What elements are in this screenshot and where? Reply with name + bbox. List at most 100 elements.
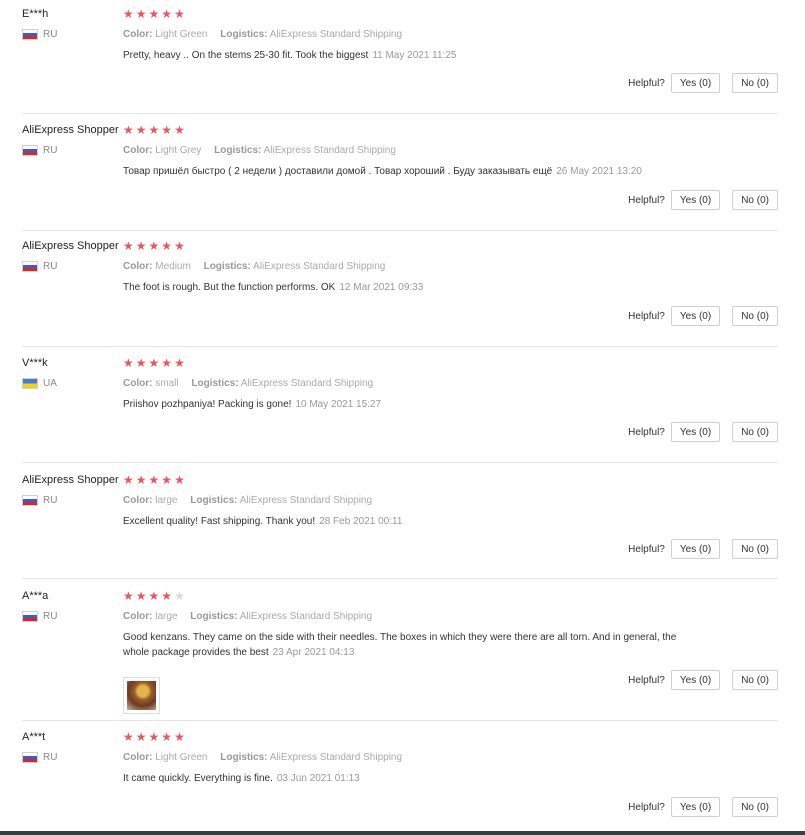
reviewer-country: RU bbox=[22, 145, 57, 156]
helpful-label: Helpful? bbox=[628, 543, 665, 555]
star-icon: ★ bbox=[123, 473, 134, 487]
color-label: Color: bbox=[123, 495, 153, 506]
color-label: Color: bbox=[123, 145, 153, 156]
logistics-value: AliExpress Standard Shipping bbox=[269, 752, 403, 763]
star-rating: ★ ★ ★ ★ ★ bbox=[123, 357, 185, 369]
review-attributes: Color: Light Green Logistics: AliExpress… bbox=[123, 752, 412, 763]
helpful-no-button[interactable]: No (0) bbox=[732, 422, 778, 442]
star-icon: ★ bbox=[161, 473, 173, 487]
star-icon: ★ bbox=[148, 123, 160, 137]
review-item: A***t RU ★ ★ ★ ★ ★ Color: Light Green Logist… bbox=[22, 731, 778, 829]
star-icon: ★ bbox=[161, 730, 173, 744]
star-icon: ★ bbox=[123, 356, 134, 370]
helpful-vote: Helpful? Yes (0) No (0) bbox=[628, 670, 778, 690]
helpful-label: Helpful? bbox=[628, 426, 665, 438]
helpful-yes-button[interactable]: Yes (0) bbox=[670, 797, 721, 817]
logistics-value: AliExpress Standard Shipping bbox=[240, 378, 374, 389]
star-icon: ★ bbox=[135, 356, 147, 370]
helpful-label: Helpful? bbox=[628, 310, 665, 322]
logistics-value: AliExpress Standard Shipping bbox=[239, 611, 373, 622]
helpful-yes-button[interactable]: Yes (0) bbox=[670, 190, 721, 210]
review-item: AliExpress Shopper RU ★ ★ ★ ★ ★ Color: Light… bbox=[22, 124, 778, 231]
star-icon: ★ bbox=[148, 356, 160, 370]
country-flag-icon bbox=[22, 29, 38, 40]
color-value: large bbox=[155, 611, 178, 622]
helpful-yes-button[interactable]: Yes (0) bbox=[670, 670, 721, 690]
logistics-label: Logistics: bbox=[190, 611, 238, 622]
country-flag-icon bbox=[22, 378, 38, 389]
helpful-no-button[interactable]: No (0) bbox=[732, 190, 778, 210]
review-text: Excellent quality! Fast shipping. Thank … bbox=[123, 514, 683, 529]
review-date: 10 May 2021 15:27 bbox=[295, 399, 382, 410]
color-value: Light Green bbox=[155, 752, 208, 763]
review-attributes: Color: Light Green Logistics: AliExpress… bbox=[123, 29, 412, 40]
country-flag-icon bbox=[22, 752, 38, 763]
star-icon: ★ bbox=[174, 589, 185, 603]
color-label: Color: bbox=[123, 611, 153, 622]
review-attributes: Color: Medium Logistics: AliExpress Stan… bbox=[123, 261, 395, 272]
reviewer-country: RU bbox=[22, 261, 57, 272]
color-value: Light Green bbox=[155, 29, 208, 40]
review-date: 11 May 2021 11:25 bbox=[372, 50, 457, 61]
star-icon: ★ bbox=[148, 589, 160, 603]
color-label: Color: bbox=[123, 29, 153, 40]
review-item: E***h RU ★ ★ ★ ★ ★ Color: Light Green Logist… bbox=[22, 8, 778, 114]
star-icon: ★ bbox=[135, 730, 147, 744]
review-attributes: Color: small Logistics: AliExpress Stand… bbox=[123, 378, 383, 389]
review-text: It came quickly. Everything is fine. 03 J… bbox=[123, 771, 683, 786]
review-body: The foot is rough. But the function perf… bbox=[123, 282, 336, 293]
helpful-yes-button[interactable]: Yes (0) bbox=[670, 422, 721, 442]
helpful-no-button[interactable]: No (0) bbox=[732, 539, 778, 559]
country-flag-icon bbox=[22, 145, 38, 156]
helpful-no-button[interactable]: No (0) bbox=[732, 797, 778, 817]
review-body: Good kenzans. They came on the side with… bbox=[123, 632, 677, 658]
helpful-vote: Helpful? Yes (0) No (0) bbox=[628, 797, 778, 817]
logistics-value: AliExpress Standard Shipping bbox=[253, 261, 386, 272]
review-item: A***a RU ★ ★ ★ ★ ★ Color: large Logistics: A… bbox=[22, 590, 778, 721]
review-text: Pretty, heavy .. On the stems 25-30 fit.… bbox=[123, 48, 683, 63]
star-rating: ★ ★ ★ ★ ★ bbox=[123, 590, 185, 602]
star-icon: ★ bbox=[148, 239, 160, 253]
star-icon: ★ bbox=[123, 7, 134, 21]
helpful-yes-button[interactable]: Yes (0) bbox=[670, 539, 721, 559]
helpful-vote: Helpful? Yes (0) No (0) bbox=[628, 422, 778, 442]
logistics-label: Logistics: bbox=[220, 752, 268, 763]
star-icon: ★ bbox=[174, 356, 185, 370]
star-rating: ★ ★ ★ ★ ★ bbox=[123, 731, 185, 743]
reviewer-name: A***a bbox=[22, 590, 49, 602]
review-date: 23 Apr 2021 04:13 bbox=[272, 647, 355, 658]
star-icon: ★ bbox=[123, 589, 134, 603]
color-label: Color: bbox=[123, 378, 153, 389]
star-icon: ★ bbox=[123, 123, 134, 137]
helpful-no-button[interactable]: No (0) bbox=[732, 670, 778, 690]
review-date: 03 Jun 2021 01:13 bbox=[276, 773, 360, 784]
star-icon: ★ bbox=[148, 730, 160, 744]
star-rating: ★ ★ ★ ★ ★ bbox=[123, 8, 185, 20]
reviewer-name: AliExpress Shopper bbox=[22, 240, 119, 252]
helpful-yes-button[interactable]: Yes (0) bbox=[670, 73, 721, 93]
star-rating: ★ ★ ★ ★ ★ bbox=[123, 474, 185, 486]
review-text: The foot is rough. But the function perf… bbox=[123, 280, 683, 295]
helpful-label: Helpful? bbox=[628, 801, 665, 813]
logistics-value: AliExpress Standard Shipping bbox=[263, 145, 396, 156]
reviewer-name: AliExpress Shopper bbox=[22, 124, 119, 136]
star-icon: ★ bbox=[174, 473, 185, 487]
review-body: Excellent quality! Fast shipping. Thank … bbox=[123, 516, 316, 527]
helpful-no-button[interactable]: No (0) bbox=[732, 73, 778, 93]
color-value: small bbox=[155, 378, 179, 389]
star-icon: ★ bbox=[123, 239, 134, 253]
logistics-label: Logistics: bbox=[190, 495, 238, 506]
star-icon: ★ bbox=[174, 239, 185, 253]
helpful-no-button[interactable]: No (0) bbox=[732, 306, 778, 326]
reviewer-name: V***k bbox=[22, 357, 48, 369]
star-icon: ★ bbox=[174, 7, 185, 21]
review-body: Товар пришёл быстро ( 2 недели ) достави… bbox=[123, 166, 553, 177]
star-icon: ★ bbox=[135, 7, 147, 21]
reviewer-country: UA bbox=[22, 378, 57, 389]
helpful-yes-button[interactable]: Yes (0) bbox=[670, 306, 721, 326]
review-attributes: Color: large Logistics: AliExpress Stand… bbox=[123, 611, 382, 622]
review-item: V***k UA ★ ★ ★ ★ ★ Color: small Logistics: A… bbox=[22, 357, 778, 463]
country-code: RU bbox=[43, 145, 58, 156]
review-item: AliExpress Shopper RU ★ ★ ★ ★ ★ Color: large… bbox=[22, 474, 778, 579]
review-photo-thumbnail[interactable] bbox=[123, 677, 160, 714]
